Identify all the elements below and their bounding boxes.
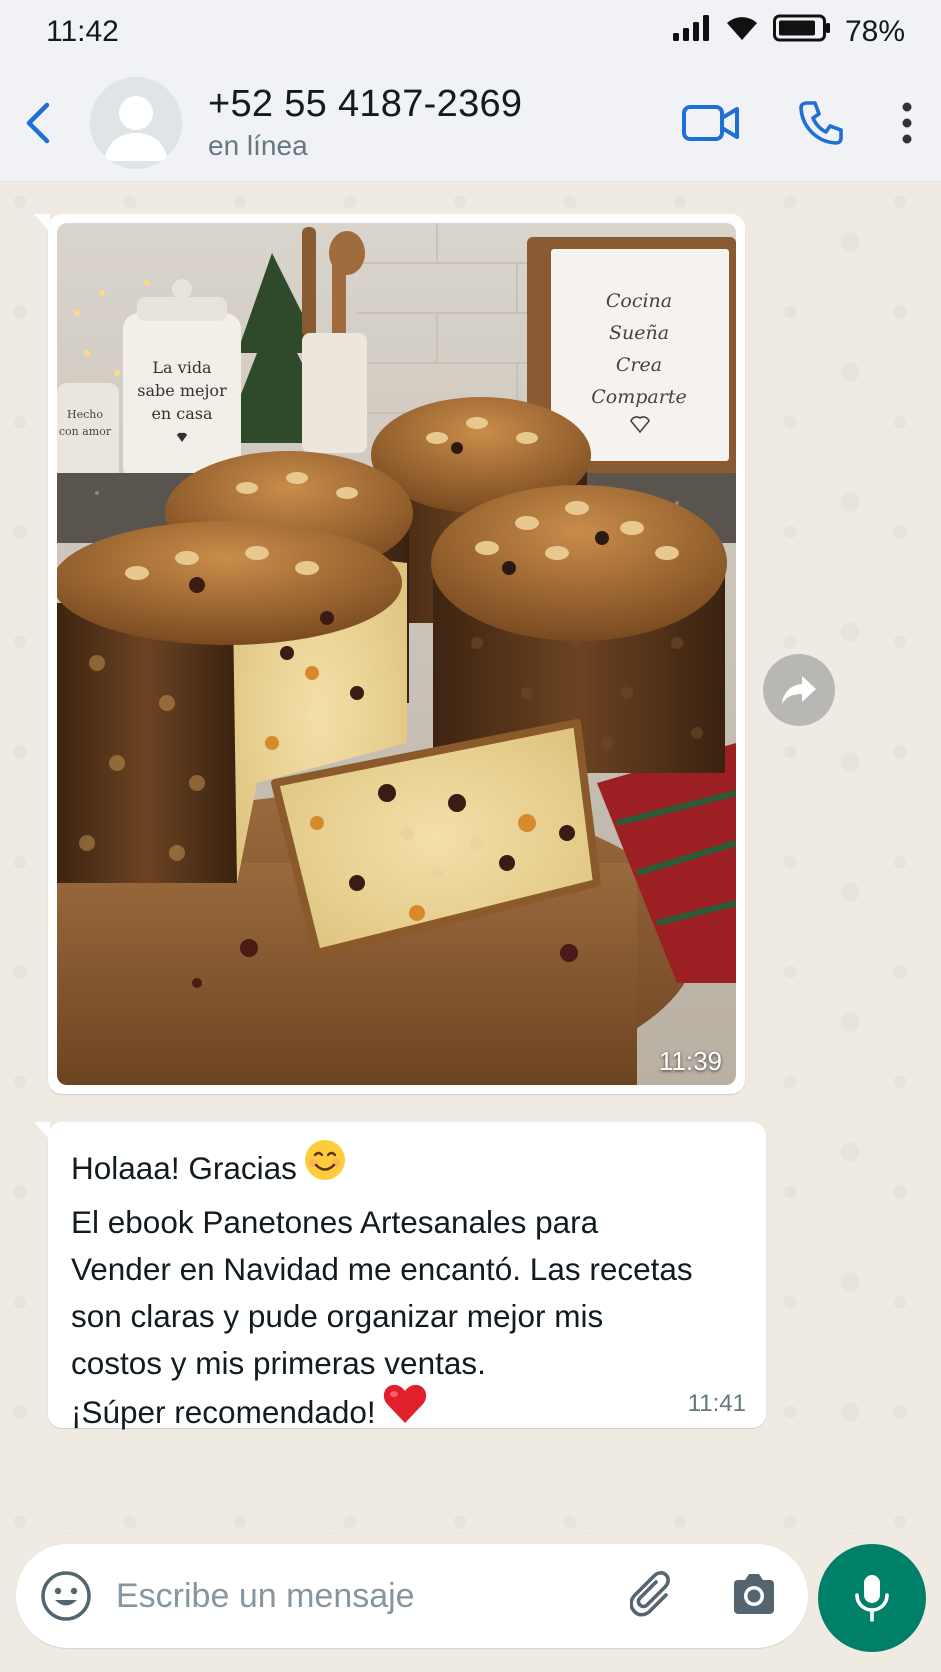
- small-jar-label-line-2: con amor: [59, 425, 112, 438]
- message-input-container: [16, 1544, 808, 1648]
- text-message-time: 11:41: [687, 1390, 746, 1417]
- sign-line-1: Cocina: [606, 290, 672, 312]
- microphone-icon: [854, 1573, 890, 1623]
- contact-status: en línea: [208, 130, 308, 161]
- avatar-icon[interactable]: [90, 76, 182, 169]
- panettone-photo[interactable]: La vida sabe mejor en casa Hecho con amo…: [57, 223, 736, 1085]
- sign-line-3: Crea: [616, 354, 662, 376]
- jar-label-line-2: sabe mejor: [137, 381, 227, 400]
- header-actions: [681, 64, 913, 182]
- contact-name: +52 55 4187-2369: [208, 83, 523, 125]
- contact-info[interactable]: +52 55 4187-2369 en línea: [208, 83, 522, 162]
- status-time: 11:42: [46, 15, 119, 48]
- small-jar-label-line-1: Hecho: [67, 408, 103, 421]
- status-bar: 11:42 78%: [0, 0, 941, 64]
- message-line-2: El ebook Panetones Artesanales para: [71, 1204, 599, 1240]
- red-heart-emoji: [382, 1383, 428, 1438]
- video-call-icon[interactable]: [681, 103, 741, 143]
- message-line-1: Holaaa! Gracias: [71, 1140, 744, 1199]
- sign-line-4: Comparte: [591, 386, 686, 408]
- message-line-3: Vender en Navidad me encantó. Las receta…: [71, 1251, 693, 1287]
- forward-icon[interactable]: [763, 654, 835, 726]
- smiling-face-emoji: [303, 1138, 347, 1195]
- attach-icon[interactable]: [630, 1571, 676, 1621]
- jar-label-line-3: en casa: [151, 404, 213, 423]
- message-input-bar: [0, 1534, 941, 1672]
- jar-label-line-1: La vida: [152, 358, 212, 377]
- microphone-button[interactable]: [818, 1544, 926, 1652]
- camera-icon[interactable]: [730, 1572, 778, 1616]
- message-input[interactable]: [116, 1576, 596, 1616]
- message-line-5: costos y mis primeras ventas.: [71, 1345, 486, 1381]
- wifi-icon: [725, 14, 759, 50]
- sign-line-2: Sueña: [609, 322, 669, 344]
- message-line-6: ¡Súper recomendado!: [71, 1384, 744, 1442]
- message-line-6-text: ¡Súper recomendado!: [71, 1393, 376, 1430]
- chat-header: +52 55 4187-2369 en línea: [0, 64, 941, 182]
- message-line-1-text: Holaaa! Gracias: [71, 1149, 297, 1186]
- more-options-icon[interactable]: [901, 101, 913, 145]
- message-line-4: son claras y pude organizar mejor mis: [71, 1298, 604, 1334]
- chat-area[interactable]: La vida sabe mejor en casa Hecho con amo…: [0, 182, 941, 1534]
- signal-icon: [672, 15, 711, 49]
- image-message-bubble[interactable]: La vida sabe mejor en casa Hecho con amo…: [34, 214, 745, 1094]
- status-indicators: 78%: [672, 14, 905, 50]
- battery-icon: [772, 14, 831, 50]
- back-arrow-icon[interactable]: [0, 83, 76, 163]
- emoji-icon[interactable]: [40, 1570, 92, 1622]
- phone-icon[interactable]: [797, 99, 845, 147]
- text-message-bubble[interactable]: Holaaa! Gracias El ebook Panetones Artes…: [34, 1122, 766, 1430]
- battery-percentage: 78%: [844, 15, 905, 48]
- image-message-time: 11:39: [658, 1046, 722, 1076]
